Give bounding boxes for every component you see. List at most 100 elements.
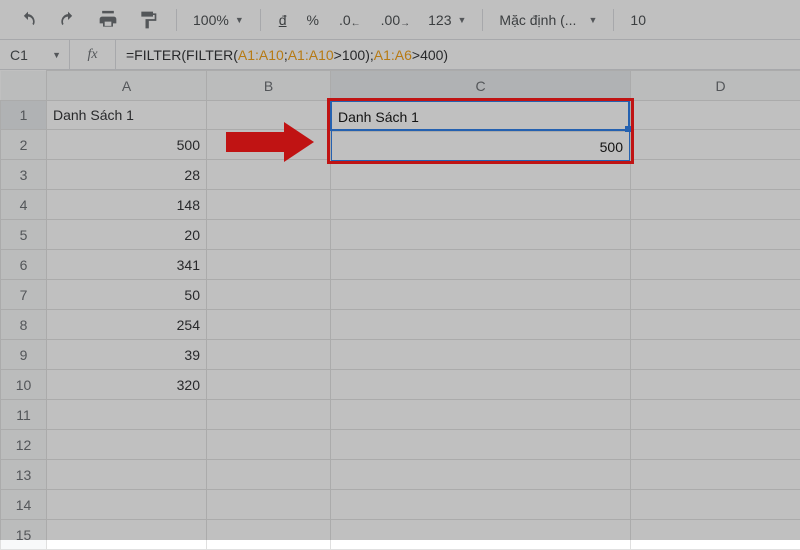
toolbar-separator (260, 9, 261, 31)
font-family-dropdown[interactable]: Mặc định (... ▼ (493, 8, 603, 32)
row-header[interactable]: 6 (1, 250, 47, 280)
redo-button[interactable] (50, 4, 86, 36)
cell[interactable] (631, 280, 800, 310)
cell[interactable] (331, 520, 631, 550)
spreadsheet-grid[interactable]: A B C D 1Danh Sách 125003284148520634175… (0, 70, 800, 550)
cell[interactable] (631, 250, 800, 280)
font-family-value: Mặc định (... (499, 12, 576, 28)
cell[interactable] (331, 490, 631, 520)
cell[interactable] (207, 520, 331, 550)
cell[interactable]: 39 (47, 340, 207, 370)
cell[interactable]: 28 (47, 160, 207, 190)
row-header[interactable]: 5 (1, 220, 47, 250)
cell[interactable] (631, 310, 800, 340)
column-header-a[interactable]: A (47, 71, 207, 101)
cell[interactable]: 341 (47, 250, 207, 280)
cell[interactable] (331, 430, 631, 460)
row-header[interactable]: 8 (1, 310, 47, 340)
cell[interactable]: 320 (47, 370, 207, 400)
paint-format-button[interactable] (130, 4, 166, 36)
cell[interactable] (207, 490, 331, 520)
cell[interactable] (207, 101, 331, 130)
row-header[interactable]: 13 (1, 460, 47, 490)
cell[interactable] (207, 400, 331, 430)
cell[interactable] (331, 370, 631, 400)
undo-button[interactable] (10, 4, 46, 36)
name-box[interactable]: C1 ▼ (0, 40, 70, 69)
row-header[interactable]: 2 (1, 130, 47, 160)
cell[interactable] (631, 101, 800, 130)
decrease-decimal-button[interactable]: .0← (331, 6, 369, 34)
cell[interactable] (207, 460, 331, 490)
row-header[interactable]: 3 (1, 160, 47, 190)
cell[interactable] (631, 520, 800, 550)
increase-decimal-button[interactable]: .00→ (373, 6, 418, 34)
row-header[interactable]: 11 (1, 400, 47, 430)
column-header-d[interactable]: D (631, 71, 800, 101)
cell[interactable]: 50 (47, 280, 207, 310)
cell[interactable] (331, 220, 631, 250)
cell[interactable] (207, 250, 331, 280)
print-button[interactable] (90, 4, 126, 36)
cell[interactable] (631, 370, 800, 400)
cell[interactable] (207, 430, 331, 460)
cell[interactable] (331, 400, 631, 430)
cell[interactable] (47, 460, 207, 490)
currency-button[interactable]: đ (271, 6, 295, 34)
cell[interactable] (207, 310, 331, 340)
cell[interactable] (47, 430, 207, 460)
column-header-c[interactable]: C (331, 71, 631, 101)
select-all-corner[interactable] (1, 71, 47, 101)
cell[interactable] (631, 160, 800, 190)
cell[interactable]: 254 (47, 310, 207, 340)
cell[interactable] (47, 400, 207, 430)
cell[interactable] (331, 190, 631, 220)
cell[interactable] (207, 340, 331, 370)
cell[interactable] (331, 250, 631, 280)
cell[interactable] (631, 190, 800, 220)
cell[interactable] (207, 280, 331, 310)
cell[interactable] (47, 520, 207, 550)
cell[interactable] (631, 220, 800, 250)
cell[interactable] (631, 340, 800, 370)
cell[interactable] (331, 160, 631, 190)
row-header[interactable]: 14 (1, 490, 47, 520)
chevron-down-icon: ▼ (458, 15, 467, 25)
cell[interactable] (331, 340, 631, 370)
cell[interactable]: 500 (47, 130, 207, 160)
cell[interactable] (207, 370, 331, 400)
row-header[interactable]: 15 (1, 520, 47, 550)
cell[interactable] (631, 430, 800, 460)
formula-bar[interactable]: =FILTER(FILTER(A1:A10;A1:A10>100);A1:A6>… (116, 40, 800, 69)
cell[interactable]: Danh Sách 1 (47, 101, 207, 130)
cell[interactable] (631, 130, 800, 160)
cell[interactable] (331, 280, 631, 310)
cell[interactable] (331, 310, 631, 340)
cell[interactable] (207, 220, 331, 250)
cell[interactable] (207, 160, 331, 190)
cell[interactable] (331, 460, 631, 490)
row-header[interactable]: 4 (1, 190, 47, 220)
cell[interactable] (631, 460, 800, 490)
cell[interactable] (631, 400, 800, 430)
row-header[interactable]: 10 (1, 370, 47, 400)
cell[interactable] (331, 130, 631, 160)
cell[interactable]: 148 (47, 190, 207, 220)
row-header[interactable]: 9 (1, 340, 47, 370)
cell[interactable] (207, 190, 331, 220)
column-header-b[interactable]: B (207, 71, 331, 101)
toolbar-separator (176, 9, 177, 31)
zoom-dropdown[interactable]: 100% ▼ (187, 8, 250, 32)
font-size-input[interactable]: 10 (624, 8, 652, 32)
cell[interactable] (207, 130, 331, 160)
cell[interactable] (331, 101, 631, 130)
row-header[interactable]: 1 (1, 101, 47, 130)
cell[interactable] (47, 490, 207, 520)
more-formats-dropdown[interactable]: 123▼ (422, 8, 472, 32)
percent-button[interactable]: % (299, 6, 327, 34)
row-header[interactable]: 12 (1, 430, 47, 460)
cell[interactable]: 20 (47, 220, 207, 250)
row-header[interactable]: 7 (1, 280, 47, 310)
cell[interactable] (631, 490, 800, 520)
chevron-down-icon: ▼ (52, 50, 61, 60)
